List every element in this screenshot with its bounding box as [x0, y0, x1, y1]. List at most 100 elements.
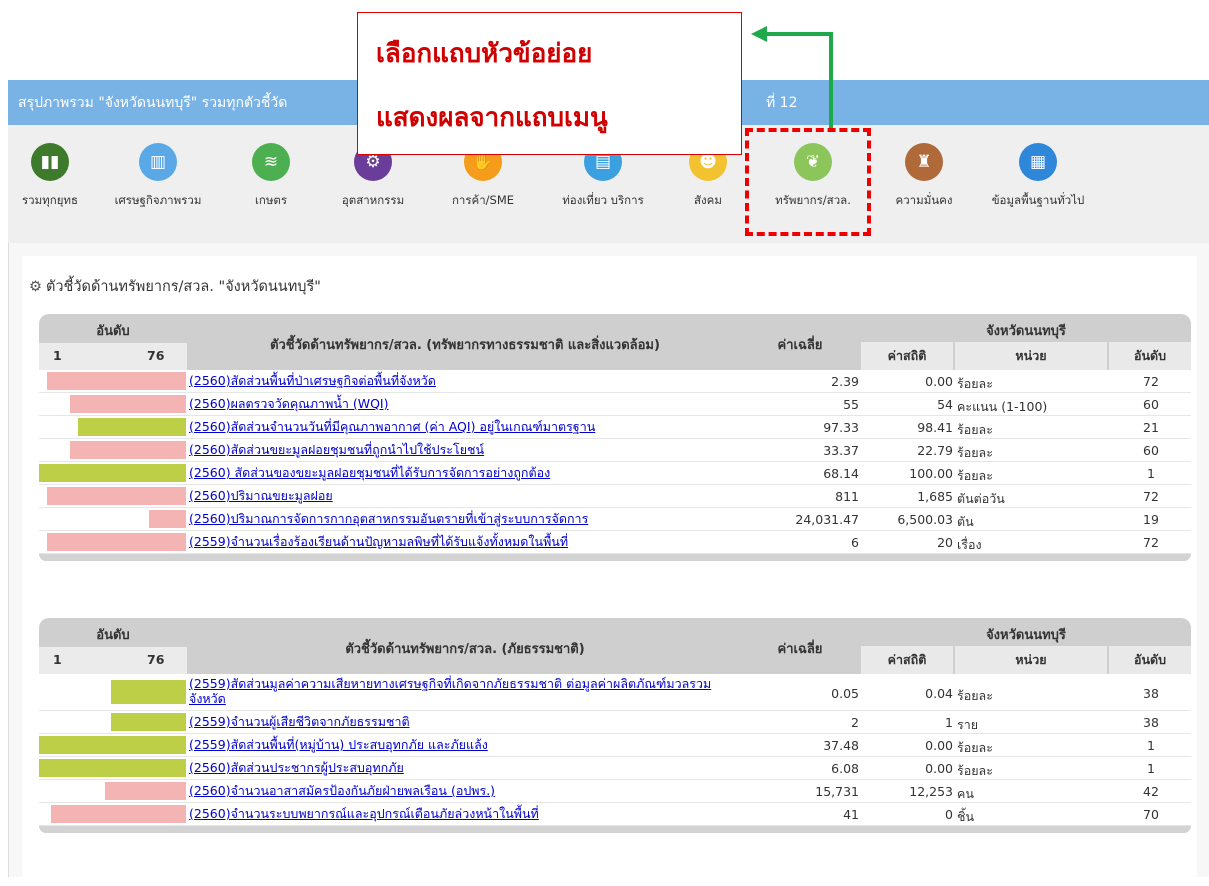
stat-value: 0.04 [925, 686, 953, 701]
rank-value: 72 [1143, 535, 1159, 550]
stat-value: 0.00 [925, 761, 953, 776]
rank-bar [47, 372, 186, 390]
indicator-link[interactable]: (2560)ผลตรวจวัดคุณภาพน้ำ (WQI) [189, 396, 741, 411]
rank-value: 72 [1143, 374, 1159, 389]
indicator-table: อันดับ 1 76 ตัวชี้วัดด้านทรัพยากร/สวล. (… [39, 314, 1191, 561]
average-value: 55 [843, 397, 859, 412]
stat-value: 22.79 [917, 443, 953, 458]
indicator-link[interactable]: (2560)ปริมาณขยะมูลฝอย [189, 488, 741, 503]
average-value: 33.37 [823, 443, 859, 458]
indicator-link[interactable]: (2560)สัดส่วนจำนวนวันที่มีคุณภาพอากาศ (ค… [189, 419, 741, 434]
rank-value: 19 [1143, 512, 1159, 527]
section-title: ⚙ ตัวชี้วัดด้านทรัพยากร/สวล. "จังหวัดนนทบ… [29, 275, 321, 298]
rank-bar [70, 395, 186, 413]
nav-item-0[interactable]: ▮▮ รวมทุกยุทธ [0, 143, 100, 210]
page-header-title: สรุปภาพรวม "จังหวัดนนทบุรี" รวมทุกตัวชี้… [18, 95, 288, 111]
rank-value: 42 [1143, 784, 1159, 799]
indicator-link[interactable]: (2559)จำนวนผู้เสียชีวิตจากภัยธรรมชาติ [189, 714, 741, 729]
annotation-callout: เลือกแถบหัวข้อย่อย แสดงผลจากแถบเมนู [357, 12, 742, 155]
indicator-column-header: ตัวชี้วัดด้านทรัพยากร/สวล. (ทรัพยากรทางธ… [270, 338, 660, 353]
rank-value: 60 [1143, 443, 1159, 458]
indicator-link[interactable]: (2559)สัดส่วนมูลค่าความเสียหายทางเศรษฐกิ… [189, 676, 741, 706]
indicator-link[interactable]: (2560) สัดส่วนของขยะมูลฝอยชุมชนที่ได้รับ… [189, 465, 741, 480]
unit-value: ราย [957, 717, 979, 732]
table-body: (2559)สัดส่วนมูลค่าความเสียหายทางเศรษฐกิ… [39, 674, 1191, 826]
average-value: 811 [835, 489, 859, 504]
rank-bar [39, 736, 186, 754]
rank-scale: 1 76 [39, 343, 187, 370]
table-row: (2560)สัดส่วนจำนวนวันที่มีคุณภาพอากาศ (ค… [39, 416, 1191, 439]
rank-value: 38 [1143, 715, 1159, 730]
table-row: (2559)สัดส่วนมูลค่าความเสียหายทางเศรษฐกิ… [39, 674, 1191, 711]
rank-bar [47, 487, 186, 505]
indicator-link[interactable]: (2560)สัดส่วนขยะมูลฝอยชุมชนที่ถูกนำไปใช้… [189, 442, 741, 457]
rank-bar [149, 510, 186, 528]
stat-value: 100.00 [909, 466, 953, 481]
rank-bar [51, 805, 186, 823]
rank-value: 1 [1147, 738, 1155, 753]
stat-value: 98.41 [917, 420, 953, 435]
annotation-line-1: เลือกแถบหัวข้อย่อย [376, 39, 593, 69]
table-header: อันดับ 1 76 ตัวชี้วัดด้านทรัพยากร/สวล. (… [39, 314, 1191, 370]
indicator-link[interactable]: (2560)สัดส่วนประชากรผู้ประสบอุทกภัย [189, 760, 741, 775]
stat-value: 12,253 [909, 784, 953, 799]
indicator-link[interactable]: (2560)ปริมาณการจัดการกากอุตสาหกรรมอันตรา… [189, 511, 741, 526]
rank-scale: 1 76 [39, 647, 187, 674]
gears-icon: ⚙ [29, 279, 42, 295]
indicator-table: อันดับ 1 76 ตัวชี้วัดด้านทรัพยากร/สวล. (… [39, 618, 1191, 833]
rank-bar [39, 759, 186, 777]
average-value: 41 [843, 807, 859, 822]
farm-field-icon: ≋ [252, 143, 290, 181]
indicator-link[interactable]: (2559)จำนวนเรื่องร้องเรียนด้านปัญหามลพิษ… [189, 534, 741, 549]
rank-value: 38 [1143, 686, 1159, 701]
rank-bar [47, 533, 186, 551]
rank-scale-max: 76 [147, 652, 165, 667]
nav-item-1[interactable]: ▥ เศรษฐกิจภาพรวม [108, 143, 208, 210]
nav-item-label: ท่องเที่ยว บริการ [562, 193, 644, 207]
average-value: 37.48 [823, 738, 859, 753]
rank-value: 70 [1143, 807, 1159, 822]
average-value: 2 [851, 715, 859, 730]
average-value: 2.39 [831, 374, 859, 389]
average-value: 6.08 [831, 761, 859, 776]
indicator-link[interactable]: (2559)สัดส่วนพื้นที่(หมู่บ้าน) ประสบอุทก… [189, 737, 741, 752]
stat-column-header: ค่าสถิติ [861, 646, 953, 674]
table-header: อันดับ 1 76 ตัวชี้วัดด้านทรัพยากร/สวล. (… [39, 618, 1191, 674]
stat-column-header: ค่าสถิติ [861, 342, 953, 370]
indicator-link[interactable]: (2560)จำนวนอาสาสมัครป้องกันภัยฝ่ายพลเรือ… [189, 783, 741, 798]
nav-item-label: อุตสาหกรรม [341, 193, 405, 207]
bar-chart-icon: ▮▮ [31, 143, 69, 181]
content-panel: ⚙ ตัวชี้วัดด้านทรัพยากร/สวล. "จังหวัดนนทบ… [8, 243, 1209, 886]
average-value: 97.33 [823, 420, 859, 435]
rank-value: 21 [1143, 420, 1159, 435]
indicator-link[interactable]: (2560)จำนวนระบบพยากรณ์และอุปกรณ์เตือนภัย… [189, 806, 741, 821]
table-row: (2560)ปริมาณการจัดการกากอุตสาหกรรมอันตรา… [39, 508, 1191, 531]
stat-value: 0.00 [925, 374, 953, 389]
nav-item-label: ข้อมูลพื้นฐานทั่วไป [991, 193, 1085, 207]
average-column-header: ค่าเฉลี่ย [777, 642, 823, 657]
rank-column-header: อันดับ [1109, 342, 1191, 370]
security-icon: ♜ [905, 143, 943, 181]
unit-column-header: หน่วย [955, 342, 1107, 370]
average-column-header: ค่าเฉลี่ย [777, 338, 823, 353]
average-value: 24,031.47 [795, 512, 859, 527]
nav-item-8[interactable]: ♜ ความมั่นคง [874, 143, 974, 210]
table-row: (2559)จำนวนเรื่องร้องเรียนด้านปัญหามลพิษ… [39, 531, 1191, 554]
nav-item-2[interactable]: ≋ เกษตร [221, 143, 321, 210]
unit-value: คะแนน (1-100) [957, 399, 1048, 414]
stat-value: 54 [937, 397, 953, 412]
rank-value: 1 [1147, 466, 1155, 481]
unit-value: ร้อยละ [957, 445, 993, 460]
indicator-link[interactable]: (2560)สัดส่วนพื้นที่ป่าเศรษฐกิจต่อพื้นที… [189, 373, 741, 388]
rank-value: 1 [1147, 761, 1155, 776]
rank-bar [105, 782, 186, 800]
nav-item-label: สังคม [694, 193, 722, 207]
nav-item-label: เศรษฐกิจภาพรวม [114, 193, 202, 207]
province-column-header: จังหวัดนนทบุรี [986, 324, 1066, 339]
rank-bar [111, 680, 186, 704]
rank-scale-min: 1 [53, 652, 62, 667]
stat-value: 6,500.03 [897, 512, 953, 527]
nav-item-9[interactable]: ▦ ข้อมูลพื้นฐานทั่วไป [988, 143, 1088, 210]
nav-item-label: เกษตร [254, 193, 288, 207]
average-value: 6 [851, 535, 859, 550]
